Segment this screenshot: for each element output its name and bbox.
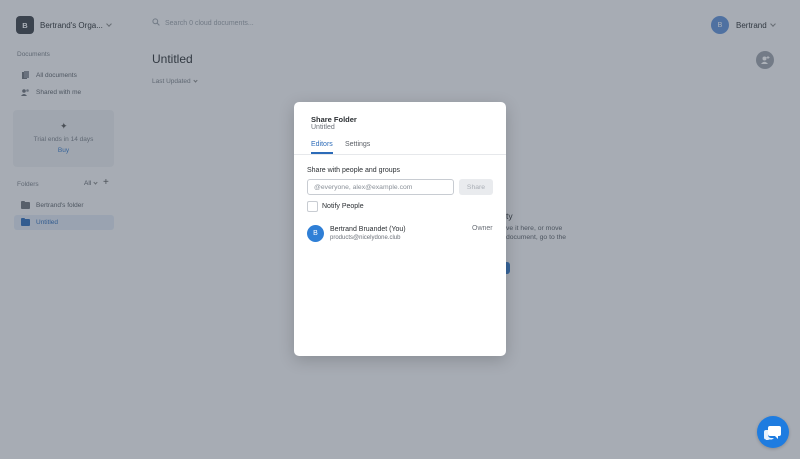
chat-icon	[764, 426, 781, 440]
tab-settings[interactable]: Settings	[345, 141, 370, 148]
divider	[294, 154, 506, 155]
share-folder-dialog: Share Folder Untitled Editors Settings S…	[294, 102, 506, 356]
tab-editors[interactable]: Editors	[311, 141, 333, 148]
notify-people-checkbox[interactable]	[307, 201, 318, 212]
chat-launcher-button[interactable]	[757, 416, 789, 448]
avatar: B	[307, 225, 324, 242]
dialog-title: Share Folder	[311, 115, 357, 124]
member-name: Bertrand Bruandet (You)	[330, 226, 406, 233]
share-people-input[interactable]	[307, 179, 454, 195]
share-with-label: Share with people and groups	[307, 167, 401, 174]
notify-people-label: Notify People	[322, 203, 364, 210]
dialog-subtitle: Untitled	[311, 124, 335, 131]
member-email: products@nicelydone.club	[330, 235, 401, 241]
share-button[interactable]: Share	[459, 179, 493, 195]
member-role: Owner	[472, 225, 493, 232]
